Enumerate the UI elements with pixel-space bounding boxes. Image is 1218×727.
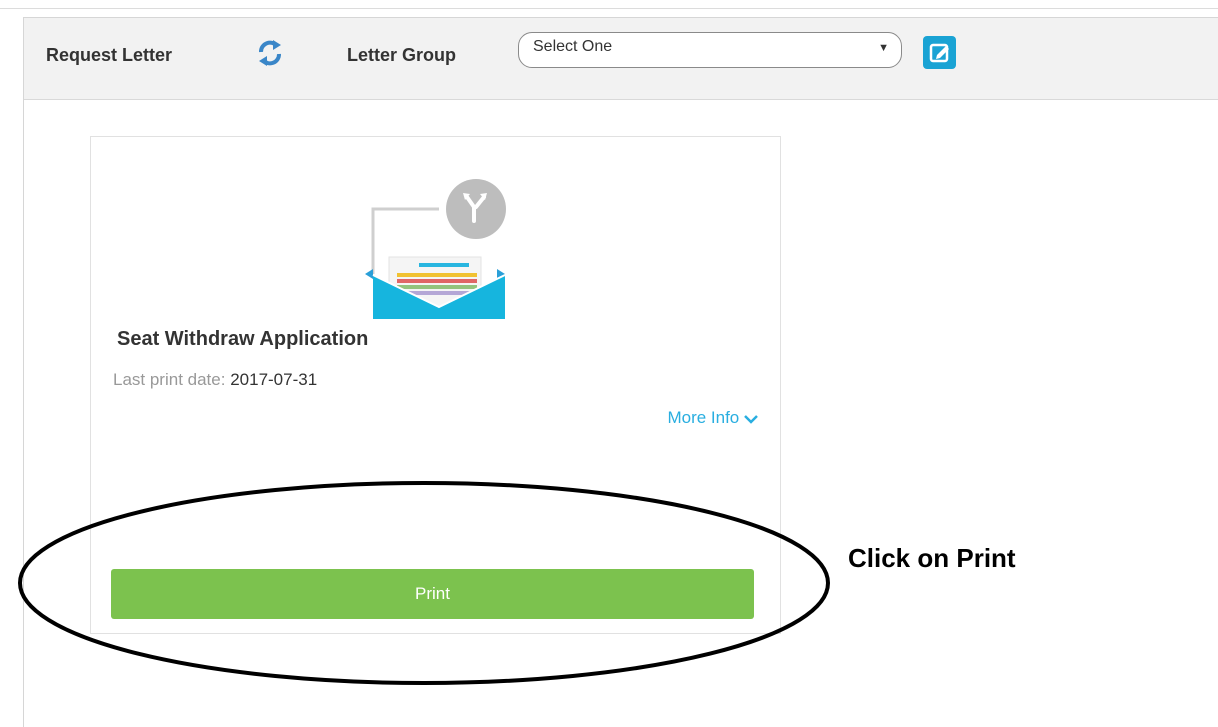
request-letter-label: Request Letter — [46, 45, 173, 65]
more-info-link[interactable]: More Info — [667, 408, 758, 428]
chevron-down-icon — [744, 414, 758, 424]
letter-group-select[interactable]: Select One ▼ — [518, 32, 902, 68]
letter-group-selected: Select One — [533, 38, 613, 55]
letter-envelope-icon — [359, 179, 519, 319]
request-letter-panel: Request Letter Letter Group Select One ▼ — [23, 17, 1218, 727]
select-caret-icon: ▼ — [878, 42, 889, 54]
annotation-text: Click on Print — [848, 543, 1016, 573]
more-info-label: More Info — [667, 408, 740, 427]
last-print-value: 2017-07-31 — [230, 370, 318, 389]
top-border — [0, 0, 1218, 9]
letter-card: Seat Withdraw Application Last print dat… — [90, 136, 781, 634]
edit-icon — [929, 43, 949, 63]
print-button[interactable]: Print — [111, 569, 754, 619]
letter-group-label: Letter Group — [347, 45, 457, 65]
edit-button[interactable] — [923, 36, 956, 69]
last-print-label: Last print date: — [113, 370, 226, 389]
refresh-icon[interactable] — [258, 36, 282, 70]
letter-title: Seat Withdraw Application — [117, 328, 369, 350]
last-print-date: Last print date: 2017-07-31 — [113, 370, 317, 390]
toolbar: Request Letter Letter Group Select One ▼ — [24, 18, 1218, 100]
